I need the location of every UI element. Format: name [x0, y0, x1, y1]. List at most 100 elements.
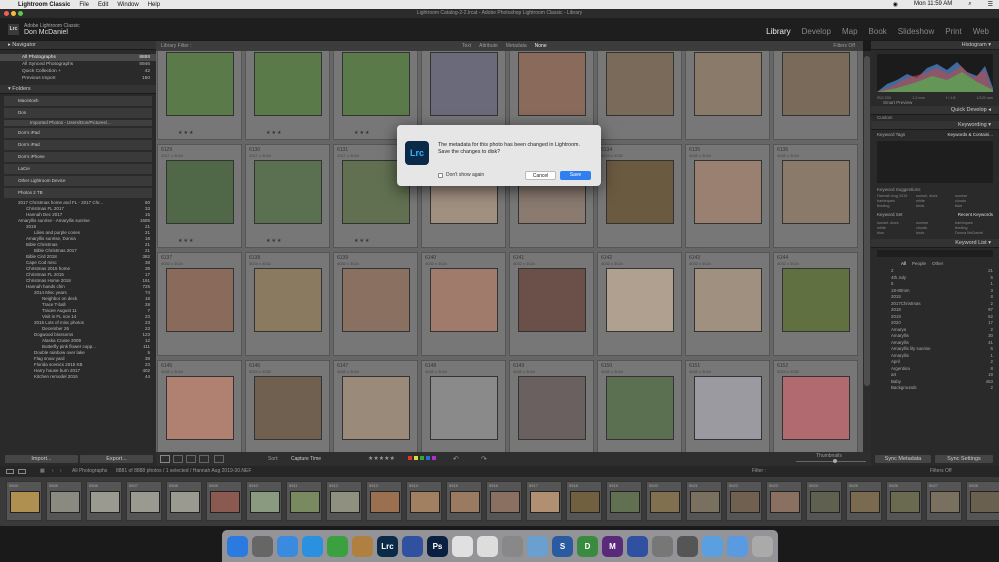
cell-rating[interactable]: ★★★ — [354, 130, 370, 136]
m-app-icon[interactable]: M — [602, 535, 623, 557]
folder-row[interactable]: Kitchen remodel 2016 44 — [0, 374, 156, 380]
keyword-chip[interactable]: sunset, dues — [916, 194, 954, 198]
catalog-row[interactable]: Previous Import 150 — [0, 75, 156, 82]
grid-cell[interactable]: 61274032 x 3024 — [685, 51, 770, 140]
back-arrow-icon[interactable]: ‹ — [52, 466, 54, 477]
downloads-icon[interactable] — [702, 535, 723, 557]
photo-thumbnail[interactable] — [254, 268, 322, 332]
catalog-row[interactable]: Quick Collection + 42 — [0, 68, 156, 75]
red-label-icon[interactable] — [408, 456, 412, 460]
histogram-header[interactable]: Histogram ▾ — [871, 41, 999, 50]
photos-icon[interactable] — [452, 535, 473, 557]
second-display-icon[interactable] — [18, 469, 26, 474]
photo-thumbnail[interactable] — [430, 268, 498, 332]
filmstrip-cell[interactable]: 5928 — [966, 481, 999, 521]
photo-thumbnail[interactable] — [606, 268, 674, 332]
volume-ipad-2[interactable]: Don's iPad — [4, 140, 152, 150]
grid-cell[interactable]: 6151 4032 x 3024 — [685, 360, 770, 452]
keyword-chip[interactable]: sunrise — [916, 221, 954, 225]
photo-thumbnail[interactable] — [166, 52, 234, 116]
filmstrip-thumbnail[interactable] — [210, 491, 240, 513]
cell-rating[interactable]: ★★★ — [178, 238, 194, 244]
image-capture-icon[interactable] — [502, 535, 523, 557]
filmstrip-thumbnail[interactable] — [570, 491, 600, 513]
d-app-icon[interactable]: D — [577, 535, 598, 557]
keyword-row[interactable]: Backgrounds 2 — [871, 385, 999, 392]
catalog-row[interactable]: All Photographs 8888 — [0, 54, 156, 61]
search-icon[interactable]: ⌕ — [968, 1, 971, 8]
source-label[interactable]: All Photographs — [72, 466, 107, 477]
filmstrip-cell[interactable]: 5924 — [806, 481, 842, 521]
minimize-window-button[interactable] — [11, 11, 16, 16]
volume-photos-2tb[interactable]: Photos 2 TB — [4, 188, 152, 198]
folder-imported[interactable]: Imported Photos - Users/Don/Pictures/... — [4, 120, 152, 126]
grid-cell[interactable]: 6135 4032 x 3024 — [685, 144, 770, 248]
keyword-chip[interactable]: feeding — [877, 204, 915, 208]
photo-thumbnail[interactable] — [518, 52, 586, 116]
keyword-chip[interactable]: sunset, dues — [877, 221, 915, 225]
filmstrip-cell[interactable]: 5914 — [406, 481, 442, 521]
module-print[interactable]: Print — [945, 27, 961, 36]
keywording-header[interactable]: Keywording ▾ — [871, 121, 999, 130]
filmstrip-thumbnail[interactable] — [730, 491, 760, 513]
kw-tab-all[interactable]: All — [901, 261, 906, 266]
keyword-chip[interactable]: clouds — [955, 199, 993, 203]
menu-list-icon[interactable]: ☰ — [988, 1, 993, 8]
printer-icon[interactable] — [652, 535, 673, 557]
module-library[interactable]: Library — [766, 27, 790, 36]
filmstrip-thumbnail[interactable] — [690, 491, 720, 513]
filmstrip-thumbnail[interactable] — [250, 491, 280, 513]
filmstrip-cell[interactable]: 5905 — [46, 481, 82, 521]
s-app-icon[interactable]: S — [552, 535, 573, 557]
quick-develop-header[interactable]: Quick Develop ◂ — [871, 106, 999, 115]
keyword-tags-dropdown[interactable]: Keywords & Containi... — [947, 132, 993, 137]
sync-metadata-button[interactable]: Sync Metadata — [875, 455, 931, 463]
keyword-chip[interactable]: barbeques — [877, 199, 915, 203]
photo-thumbnail[interactable] — [430, 52, 498, 116]
photo-thumbnail[interactable] — [694, 160, 762, 224]
filmstrip-cell[interactable]: 5910 — [246, 481, 282, 521]
keyword-set-dropdown[interactable]: Recent Keywords — [958, 212, 993, 217]
filmstrip-thumbnail[interactable] — [890, 491, 920, 513]
blue-label-icon[interactable] — [426, 456, 430, 460]
cell-rating[interactable]: ★★★ — [266, 130, 282, 136]
screen-icon[interactable] — [677, 535, 698, 557]
volume-other-device[interactable]: Other Lightroom Device — [4, 176, 152, 186]
photo-thumbnail[interactable] — [342, 52, 410, 116]
keyword-chip[interactable]: clouds — [916, 226, 954, 230]
keyword-tags-textarea[interactable] — [877, 141, 993, 183]
grid-cell[interactable]: 6149 4032 x 3024 — [509, 360, 594, 452]
filter-tab-text[interactable]: Text — [462, 41, 471, 51]
kw-tab-people[interactable]: People — [912, 261, 926, 266]
photo-thumbnail[interactable] — [606, 52, 674, 116]
menu-app-name[interactable]: Lightroom Classic — [18, 2, 70, 8]
green-label-icon[interactable] — [420, 456, 424, 460]
keyword-chip[interactable]: white — [877, 226, 915, 230]
filmstrip-thumbnail[interactable] — [10, 491, 40, 513]
photo-thumbnail[interactable] — [606, 160, 674, 224]
grid-icon[interactable]: ▦ — [40, 466, 45, 477]
filmstrip-cell[interactable]: 5907 — [126, 481, 162, 521]
grid-cell[interactable]: 6137 4032 x 3024 — [157, 252, 242, 356]
icloud-icon[interactable] — [477, 535, 498, 557]
keyword-chip[interactable]: Hannah Aug 2019 — [877, 194, 915, 198]
trash-icon[interactable] — [752, 535, 773, 557]
mail-icon[interactable] — [277, 535, 298, 557]
compare-view-icon[interactable] — [186, 455, 196, 463]
cell-rating[interactable]: ★★★ — [266, 238, 282, 244]
second-window-icon[interactable] — [6, 469, 14, 474]
stack-icon[interactable] — [402, 535, 423, 557]
filmstrip-cell[interactable]: 5904 — [6, 481, 42, 521]
grid-cell[interactable]: 61284032 x 3024 — [773, 51, 858, 140]
filter-tab-none[interactable]: None — [535, 41, 547, 51]
catalog-row[interactable]: All Synced Photographs 5946 — [0, 61, 156, 68]
filmstrip-cell[interactable]: 5906 — [86, 481, 122, 521]
photoshop-icon[interactable]: Ps — [427, 535, 448, 557]
grid-cell[interactable]: 6142 4032 x 3024 — [597, 252, 682, 356]
keyword-chip[interactable]: blue — [955, 204, 993, 208]
filmstrip-cell[interactable]: 5925 — [846, 481, 882, 521]
keyword-chip[interactable]: birds — [916, 231, 954, 235]
photo-thumbnail[interactable] — [694, 52, 762, 116]
keyword-chip[interactable]: sunrise — [955, 194, 993, 198]
filmstrip-cell[interactable]: 5926 — [886, 481, 922, 521]
